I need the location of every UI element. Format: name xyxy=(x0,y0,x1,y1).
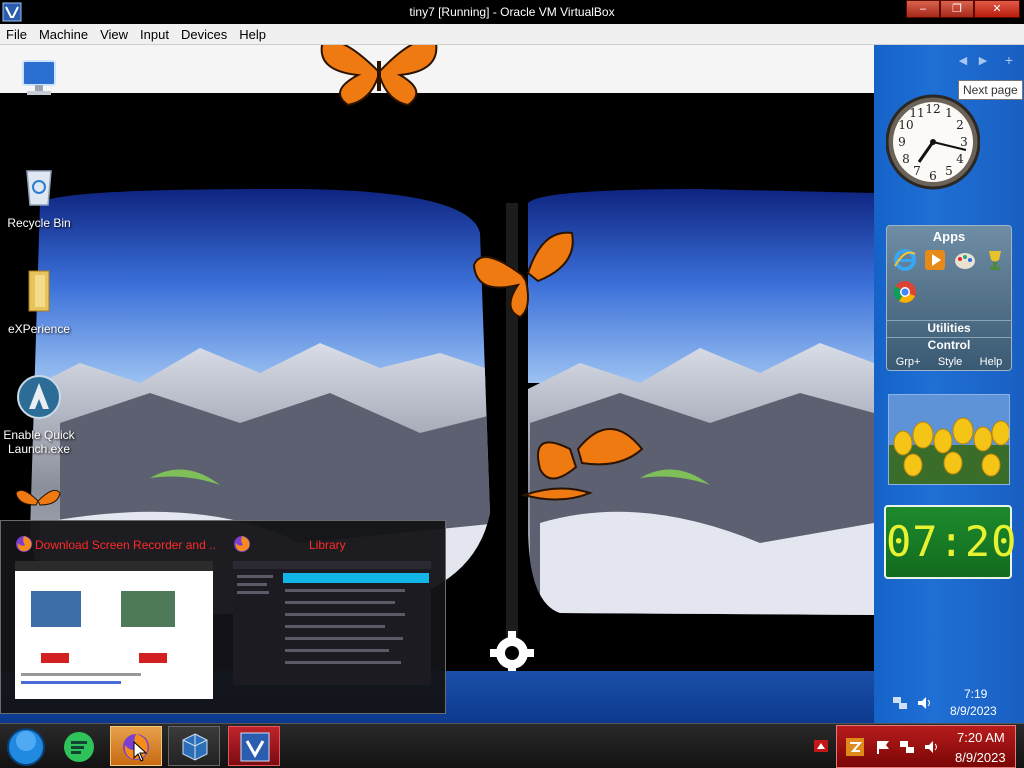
close-button[interactable]: ✕ xyxy=(974,0,1020,18)
apps-gadget-help-button[interactable]: Help xyxy=(980,356,1003,368)
previous-page-icon[interactable]: ◀ xyxy=(956,54,970,68)
firefox-icon xyxy=(16,536,32,552)
menu-view[interactable]: View xyxy=(94,24,134,44)
menu-help[interactable]: Help xyxy=(233,24,272,44)
trophy-icon[interactable] xyxy=(983,248,1007,272)
windows-sidebar: ◀ ▶ + Next page 12 1 2 3 4 5 6 7 8 9 10 … xyxy=(874,45,1024,723)
taskbar-tiny7-vm-button[interactable] xyxy=(228,726,280,766)
add-gadget-icon[interactable]: + xyxy=(1002,52,1016,68)
taskbar-thumbnail-popup: Download Screen Recorder and ... Library xyxy=(0,520,446,714)
minimize-button[interactable]: ‒ xyxy=(906,0,940,18)
virtualbox-icon xyxy=(182,733,208,761)
window-title: tiny7 [Running] - Oracle VM VirtualBox xyxy=(409,5,615,19)
butterfly-icon xyxy=(520,428,644,501)
tulips-photo xyxy=(889,395,1009,484)
taskbar-firefox-button[interactable] xyxy=(110,726,162,766)
action-center-flag-icon[interactable] xyxy=(875,739,891,755)
svg-text:6: 6 xyxy=(929,169,937,183)
digital-clock-gadget[interactable]: 07:20 xyxy=(884,505,1018,579)
svg-text:3: 3 xyxy=(960,135,968,149)
apps-gadget-grp-button[interactable]: Grp+ xyxy=(896,356,921,368)
thumbnail-download-screen-recorder[interactable]: Download Screen Recorder and ... xyxy=(1,521,217,711)
host-tray-time[interactable]: 7:20 AM xyxy=(957,730,1005,745)
computer-icon xyxy=(22,60,56,95)
shield-icon[interactable] xyxy=(845,737,865,757)
folder-icon xyxy=(28,270,50,312)
guest-tray-date[interactable]: 8/9/2023 xyxy=(950,704,997,718)
taskbar-virtualbox-button[interactable] xyxy=(168,726,220,766)
desktop-icon-label: Enable Quick Launch.exe xyxy=(3,428,75,456)
thumbnail-preview xyxy=(233,561,431,685)
volume-icon[interactable] xyxy=(916,695,932,711)
thumbnail-title: Library xyxy=(309,538,346,552)
desktop-icon-label: Recycle Bin xyxy=(7,216,71,230)
network-icon[interactable] xyxy=(892,695,908,711)
apps-gadget-title: Apps xyxy=(932,229,966,244)
thumbnail-library[interactable]: Library xyxy=(219,521,433,711)
desktop-icon-computer[interactable]: Computer xyxy=(0,55,78,124)
thumbnail-preview xyxy=(15,561,213,699)
desktop-icon-label: Computer xyxy=(12,110,66,124)
start-orb-icon[interactable] xyxy=(6,727,46,767)
menu-file[interactable]: File xyxy=(0,24,33,44)
notes-app-icon[interactable] xyxy=(62,730,96,764)
guest-tray-time[interactable]: 7:19 xyxy=(964,687,987,701)
svg-text:7: 7 xyxy=(913,164,921,178)
window-titlebar: tiny7 [Running] - Oracle VM VirtualBox ‒… xyxy=(0,0,1024,24)
svg-text:1: 1 xyxy=(945,106,953,120)
mouse-cursor-icon xyxy=(133,741,148,762)
recycle-bin-icon xyxy=(26,170,52,206)
host-tray-date[interactable]: 8/9/2023 xyxy=(955,750,1006,765)
desktop-icon-experience[interactable]: eXPerience xyxy=(0,267,78,336)
apps-gadget[interactable]: Apps Utilities Control Grp+ Style Help xyxy=(886,225,1012,371)
apps-gadget-control[interactable]: Control xyxy=(887,337,1011,352)
butterfly-icon xyxy=(320,45,438,107)
menu-input[interactable]: Input xyxy=(134,24,175,44)
internet-explorer-icon[interactable] xyxy=(893,248,917,272)
svg-text:2: 2 xyxy=(956,118,964,132)
menu-devices[interactable]: Devices xyxy=(175,24,233,44)
svg-text:4: 4 xyxy=(956,152,964,166)
show-hidden-icons-icon[interactable] xyxy=(814,740,828,752)
volume-icon[interactable] xyxy=(923,739,939,755)
butterfly-shortcut-icon[interactable] xyxy=(14,485,62,517)
desktop-icon-label: eXPerience xyxy=(7,322,71,336)
quick-launch-icon xyxy=(17,375,61,419)
chrome-icon[interactable] xyxy=(893,280,917,304)
svg-text:12: 12 xyxy=(925,102,940,116)
guest-desktop[interactable]: Computer Recycle Bin eXPerience Enable Q… xyxy=(0,45,1024,723)
paint-icon[interactable] xyxy=(953,248,977,272)
svg-text:5: 5 xyxy=(945,164,953,178)
menu-machine[interactable]: Machine xyxy=(33,24,94,44)
svg-text:11: 11 xyxy=(909,106,924,120)
firefox-icon xyxy=(234,536,250,552)
menubar: File Machine View Input Devices Help xyxy=(0,24,1024,45)
host-system-tray: 7:20 AM 8/9/2023 xyxy=(836,725,1016,768)
svg-text:9: 9 xyxy=(898,135,906,149)
maximize-button[interactable]: ❐ xyxy=(940,0,974,18)
apps-gadget-style-button[interactable]: Style xyxy=(938,356,962,368)
desktop-icon-quick-launch[interactable]: Enable Quick Launch.exe xyxy=(0,373,78,456)
tiny7-vm-icon xyxy=(240,732,270,762)
analog-clock[interactable]: 12 1 2 3 4 5 6 7 8 9 10 11 xyxy=(886,80,980,204)
apps-gadget-utilities[interactable]: Utilities xyxy=(887,320,1011,335)
desktop-icon-recycle-bin[interactable]: Recycle Bin xyxy=(0,161,78,230)
media-player-icon[interactable] xyxy=(923,248,947,272)
butterfly-icon xyxy=(472,231,574,319)
next-page-icon[interactable]: ▶ xyxy=(976,54,990,68)
guest-system-tray: 7:19 8/9/2023 xyxy=(886,673,1024,721)
svg-text:10: 10 xyxy=(898,118,913,132)
thumbnail-title: Download Screen Recorder and ... xyxy=(35,538,217,552)
digital-clock-time: 07:20 xyxy=(886,517,1018,566)
svg-text:8: 8 xyxy=(902,152,910,166)
network-icon[interactable] xyxy=(899,739,915,755)
slideshow-gadget[interactable] xyxy=(888,394,1010,485)
